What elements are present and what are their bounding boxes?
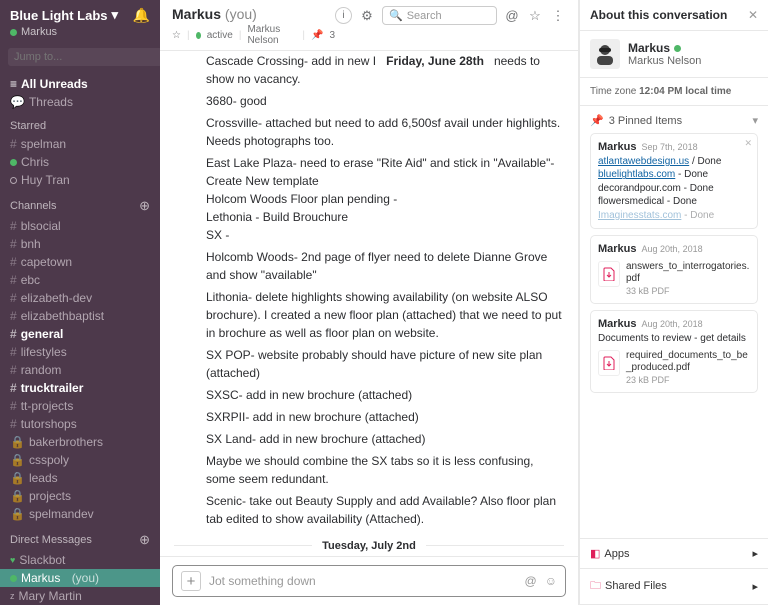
main-column: Markus (you) ☆| active| Markus Nelson| 📌… xyxy=(160,0,579,605)
profile-name: Markus xyxy=(628,41,670,55)
chevron-down-icon: ▾ xyxy=(112,7,119,23)
more-icon[interactable]: ⋮ xyxy=(550,8,566,24)
jump-to-input[interactable] xyxy=(8,48,160,66)
channel-item-blsocial[interactable]: #blsocial xyxy=(0,217,160,235)
pinned-item[interactable]: ✕ MarkusSep 7th, 2018 atlantawebdesign.u… xyxy=(590,133,758,229)
starred-header[interactable]: Starred xyxy=(0,117,160,135)
pinned-item[interactable]: MarkusAug 20th, 2018 Documents to review… xyxy=(590,310,758,392)
timezone-section: Time zone 12:04 PM local time xyxy=(580,78,768,106)
channel-item-general[interactable]: #general xyxy=(0,325,160,343)
folder-icon: 🗀 xyxy=(590,580,601,592)
message-list[interactable]: Cascade Crossing- add in new I Friday, J… xyxy=(160,51,578,556)
pinned-header[interactable]: 📌3 Pinned Items ▾ xyxy=(590,114,758,127)
channel-item-random[interactable]: #random xyxy=(0,361,160,379)
starred-item-chris[interactable]: Chris xyxy=(0,153,160,171)
add-channel-icon[interactable]: ⊕ xyxy=(139,198,150,214)
pdf-icon xyxy=(598,261,620,287)
status-active: active xyxy=(207,30,233,41)
channel-item-trucktrailer[interactable]: #trucktrailer xyxy=(0,379,160,397)
channel-item-ebc[interactable]: #ebc xyxy=(0,271,160,289)
dm-slackbot[interactable]: ♥Slackbot xyxy=(0,551,160,569)
search-icon: 🔍 xyxy=(389,9,403,22)
pinned-section: 📌3 Pinned Items ▾ ✕ MarkusSep 7th, 2018 … xyxy=(580,106,768,539)
composer: + Jot something down @ ☺ xyxy=(160,556,578,605)
avatar[interactable] xyxy=(590,39,620,69)
starred-item-spelman[interactable]: #spelman xyxy=(0,135,160,153)
composer-input[interactable]: Jot something down xyxy=(209,574,517,588)
date-divider: Tuesday, July 2nd xyxy=(174,536,564,555)
file-name[interactable]: required_documents_to_be_produced.pdf xyxy=(626,350,750,374)
full-name: Markus Nelson xyxy=(247,24,296,46)
current-user-name: Markus xyxy=(21,26,57,38)
close-icon[interactable]: ✕ xyxy=(748,8,758,22)
presence-icon xyxy=(196,32,201,39)
profile-fullname: Markus Nelson xyxy=(628,55,701,67)
channel-item-spelmandev[interactable]: 🔒spelmandev xyxy=(0,505,160,523)
channel-item-lifestyles[interactable]: #lifestyles xyxy=(0,343,160,361)
channels-header[interactable]: Channels⊕ xyxy=(0,195,160,217)
dm-markus[interactable]: Markus (you) xyxy=(0,569,160,587)
pin-count: 3 xyxy=(329,30,335,41)
channel-item-capetown[interactable]: #capetown xyxy=(0,253,160,271)
channel-item-elizabeth-dev[interactable]: #elizabeth-dev xyxy=(0,289,160,307)
chevron-right-icon: ▸ xyxy=(752,580,758,593)
channel-item-bnh[interactable]: #bnh xyxy=(0,235,160,253)
presence-icon xyxy=(10,29,17,36)
attach-button[interactable]: + xyxy=(181,571,201,591)
channel-item-tt-projects[interactable]: #tt-projects xyxy=(0,397,160,415)
threads[interactable]: 💬Threads xyxy=(0,93,160,111)
dms-header[interactable]: Direct Messages⊕ xyxy=(0,529,160,551)
pin-icon[interactable]: 📌 xyxy=(311,30,323,41)
apps-section[interactable]: ◧Apps▸ xyxy=(580,539,768,569)
remove-pin-icon[interactable]: ✕ xyxy=(744,137,752,149)
channel-item-elizabethbaptist[interactable]: #elizabethbaptist xyxy=(0,307,160,325)
chevron-right-icon: ▸ xyxy=(752,547,758,560)
presence-icon xyxy=(674,45,681,52)
chevron-down-icon: ▾ xyxy=(752,114,758,127)
shared-files-section[interactable]: 🗀Shared Files▸ xyxy=(580,569,768,605)
star-icon[interactable]: ☆ xyxy=(172,30,181,41)
sidebar: Blue Light Labs ▾ Markus 🔔 ‹ › ≡All Unrea… xyxy=(0,0,160,605)
channel-title: Markus xyxy=(172,6,221,22)
channel-item-bakerbrothers[interactable]: 🔒bakerbrothers xyxy=(0,433,160,451)
star-list-icon[interactable]: ☆ xyxy=(527,8,543,24)
all-unreads[interactable]: ≡All Unreads xyxy=(0,75,160,93)
channel-item-csspoly[interactable]: 🔒csspoly xyxy=(0,451,160,469)
workspace-name: Blue Light Labs xyxy=(10,8,108,23)
channel-item-leads[interactable]: 🔒leads xyxy=(0,469,160,487)
mention-button[interactable]: @ xyxy=(525,574,537,588)
pinned-item[interactable]: MarkusAug 20th, 2018 answers_to_interrog… xyxy=(590,235,758,304)
channel-header: Markus (you) ☆| active| Markus Nelson| 📌… xyxy=(160,0,578,51)
details-pane: About this conversation ✕ Markus Markus … xyxy=(579,0,768,605)
emoji-button[interactable]: ☺ xyxy=(545,574,557,588)
message-text: Cascade Crossing- add in new I Friday, J… xyxy=(174,52,564,528)
profile-section: Markus Markus Nelson xyxy=(580,31,768,78)
bell-icon[interactable]: 🔔 xyxy=(133,7,150,24)
jump-to: ‹ › xyxy=(8,48,152,66)
pdf-icon xyxy=(598,350,620,376)
apps-icon: ◧ xyxy=(590,548,600,560)
channel-item-tutorshops[interactable]: #tutorshops xyxy=(0,415,160,433)
workspace-header[interactable]: Blue Light Labs ▾ Markus 🔔 xyxy=(0,0,160,44)
gear-icon[interactable]: ⚙ xyxy=(359,8,375,24)
file-name[interactable]: answers_to_interrogatories.pdf xyxy=(626,261,750,285)
details-header: About this conversation ✕ xyxy=(580,0,768,31)
info-icon[interactable]: i xyxy=(335,7,352,24)
channel-item-projects[interactable]: 🔒projects xyxy=(0,487,160,505)
starred-item-huy[interactable]: Huy Tran xyxy=(0,171,160,189)
pin-icon: 📌 xyxy=(590,114,604,127)
search-input[interactable]: 🔍Search xyxy=(382,6,497,25)
add-dm-icon[interactable]: ⊕ xyxy=(139,532,150,548)
mentions-icon[interactable]: @ xyxy=(504,8,520,24)
dm-mary[interactable]: zMary Martin xyxy=(0,587,160,605)
